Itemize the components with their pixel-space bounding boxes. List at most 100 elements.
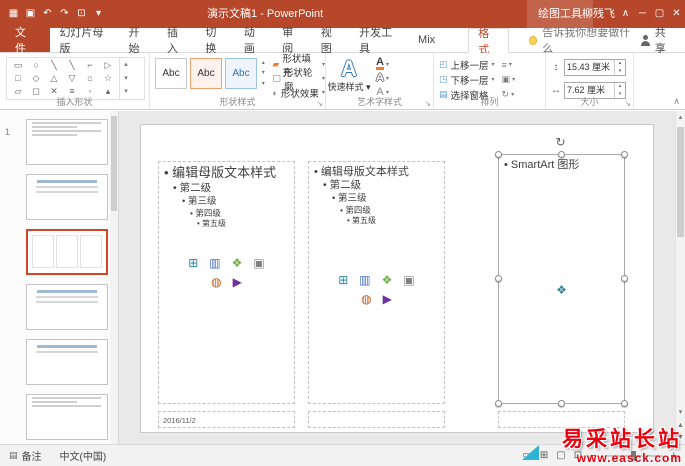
shape-height-value[interactable]: 15.43 厘米 <box>565 60 614 75</box>
shape-icon[interactable]: □ <box>9 72 27 85</box>
shape-icon[interactable]: ○ <box>27 59 45 72</box>
insert-media-icon[interactable]: ▶ <box>233 276 242 288</box>
insert-table-icon[interactable]: ⊞ <box>338 274 348 286</box>
language-indicator[interactable]: 中文(中国) <box>51 445 116 466</box>
tell-me-box[interactable]: 告诉我你想要做什么 <box>523 27 640 55</box>
shape-style-preset-2[interactable]: Abc <box>190 58 222 89</box>
zoom-out-icon[interactable]: − <box>590 450 596 462</box>
zoom-slider-thumb[interactable] <box>630 450 636 461</box>
slide-sorter-view-icon[interactable]: ⊞ <box>540 450 548 461</box>
tab-view[interactable]: 视图 <box>312 27 350 55</box>
previous-slide-icon[interactable]: ▲ <box>676 422 685 429</box>
insert-smartart-icon[interactable]: ❖ <box>556 283 567 297</box>
slide-editing-surface[interactable]: • 编辑母版文本样式 • 第二级 • 第三级 • 第四级 • 第五级 ⊞ ▥ ❖… <box>140 124 654 433</box>
undo-icon[interactable]: ↶ <box>39 0 56 28</box>
date-placeholder[interactable]: 2016/11/2 <box>158 411 295 428</box>
thumbnail-scrollbar-thumb[interactable] <box>111 116 117 211</box>
minimize-icon[interactable]: ─ <box>634 0 651 28</box>
styles-down-icon[interactable]: ▾ <box>258 68 268 78</box>
selection-handle[interactable] <box>495 400 502 407</box>
zoom-slider[interactable] <box>604 450 663 461</box>
notes-button[interactable]: ▤ 备注 <box>0 445 51 466</box>
slide-thumbnail-1[interactable] <box>26 119 108 165</box>
selection-handle[interactable] <box>557 151 565 158</box>
shape-style-preset-3[interactable]: Abc <box>225 58 257 89</box>
insert-picture-icon[interactable]: ▣ <box>403 274 414 286</box>
slideshow-view-icon[interactable]: ⊡ <box>574 450 582 461</box>
dialog-launcher-icon[interactable]: ↘ <box>316 99 323 108</box>
selection-handle[interactable] <box>621 275 628 282</box>
dialog-launcher-icon[interactable]: ↘ <box>424 99 431 108</box>
shape-outline-button[interactable]: ▢ 形状轮廓 ▾ <box>272 68 325 93</box>
selection-handle[interactable] <box>621 400 628 407</box>
scrollbar-thumb[interactable] <box>677 127 684 237</box>
shape-icon[interactable]: ▽ <box>63 72 81 85</box>
shape-icon[interactable]: ▭ <box>9 59 27 72</box>
quick-styles-button[interactable]: A 快速样式 ▾ <box>326 57 372 99</box>
thumbnail-scrollbar[interactable] <box>110 111 118 444</box>
slide-thumbnail-2[interactable] <box>26 174 108 220</box>
bring-forward-button[interactable]: ◰ 上移一层 ▾ <box>439 58 495 72</box>
slide-number-placeholder[interactable] <box>498 411 625 428</box>
styles-more-icon[interactable]: ▾ <box>258 79 268 89</box>
insert-chart-icon[interactable]: ▥ <box>359 274 370 286</box>
text-outline-button[interactable]: A ▾ <box>376 71 389 85</box>
tab-slide-master[interactable]: 幻灯片母版 <box>50 27 119 55</box>
insert-smartart-icon[interactable]: ❖ <box>232 257 243 269</box>
next-slide-icon[interactable]: ▼ <box>676 434 685 441</box>
slide-thumbnail-6[interactable] <box>26 394 108 440</box>
dialog-launcher-icon[interactable]: ↘ <box>624 99 631 108</box>
selection-handle[interactable] <box>621 151 628 158</box>
spin-up-icon[interactable]: ▴ <box>615 83 625 91</box>
text-fill-button[interactable]: A ▾ <box>376 57 389 71</box>
shape-height-field[interactable]: 15.43 厘米 ▴ ▾ <box>564 59 626 76</box>
footer-placeholder[interactable] <box>308 411 445 428</box>
insert-chart-icon[interactable]: ▥ <box>209 257 220 269</box>
tab-developer[interactable]: 开发工具 <box>350 27 409 55</box>
shape-icon[interactable]: ╲ <box>63 59 81 72</box>
spin-up-icon[interactable]: ▴ <box>615 60 625 68</box>
tab-animations[interactable]: 动画 <box>235 27 273 55</box>
shape-style-preset-1[interactable]: Abc <box>155 58 187 89</box>
insert-clipart-icon[interactable]: ◍ <box>361 293 371 305</box>
tab-file[interactable]: 文件 <box>0 27 51 55</box>
insert-table-icon[interactable]: ⊞ <box>188 257 198 269</box>
insert-clipart-icon[interactable]: ◍ <box>211 276 221 288</box>
insert-picture-icon[interactable]: ▣ <box>253 257 264 269</box>
tab-mix[interactable]: Mix <box>409 28 444 52</box>
styles-up-icon[interactable]: ▴ <box>258 58 268 68</box>
zoom-in-icon[interactable]: + <box>671 450 677 462</box>
gallery-up-icon[interactable]: ▴ <box>120 58 132 72</box>
share-button[interactable]: 共享 <box>640 27 685 55</box>
slide-thumbnail-3-selected[interactable] <box>26 229 108 275</box>
selection-handle[interactable] <box>495 151 502 158</box>
tab-home[interactable]: 开始 <box>120 27 158 55</box>
rotate-handle-icon[interactable]: ↻ <box>556 135 566 149</box>
tab-review[interactable]: 审阅 <box>273 27 311 55</box>
shape-icon[interactable]: △ <box>45 72 63 85</box>
scroll-down-icon[interactable]: ▾ <box>676 408 685 416</box>
tab-format[interactable]: 格式 <box>468 28 509 56</box>
selection-handle[interactable] <box>557 400 565 407</box>
slide-thumbnail-4[interactable] <box>26 284 108 330</box>
scroll-up-icon[interactable]: ▴ <box>676 113 685 121</box>
slide-thumbnail-5[interactable] <box>26 339 108 385</box>
content-placeholder-2[interactable]: • 编辑母版文本样式 • 第二级 • 第三级 • 第四级 • 第五级 ⊞ ▥ ❖… <box>308 161 445 404</box>
group-objects-button[interactable]: ▣ ▾ <box>502 73 516 86</box>
shape-icon[interactable]: ⌐ <box>81 59 99 72</box>
reading-view-icon[interactable]: ▢ <box>556 450 565 461</box>
insert-smartart-icon[interactable]: ❖ <box>382 274 393 286</box>
shape-icon[interactable]: ◇ <box>27 72 45 85</box>
gallery-down-icon[interactable]: ▾ <box>120 72 132 86</box>
tab-insert[interactable]: 插入 <box>158 27 196 55</box>
selection-handle[interactable] <box>495 275 502 282</box>
collapse-ribbon-icon[interactable]: ∧ <box>673 96 680 107</box>
content-placeholder-1[interactable]: • 编辑母版文本样式 • 第二级 • 第三级 • 第四级 • 第五级 ⊞ ▥ ❖… <box>158 161 295 404</box>
shape-icon[interactable]: ⌂ <box>81 72 99 85</box>
vertical-scrollbar[interactable]: ▴ ▾ ▲ ▼ <box>675 111 685 444</box>
shape-icon[interactable]: ☆ <box>99 72 117 85</box>
tab-transitions[interactable]: 切换 <box>196 27 234 55</box>
shape-icon[interactable]: ╲ <box>45 59 63 72</box>
align-button[interactable]: ≡ ▾ <box>502 58 516 71</box>
insert-media-icon[interactable]: ▶ <box>383 293 392 305</box>
